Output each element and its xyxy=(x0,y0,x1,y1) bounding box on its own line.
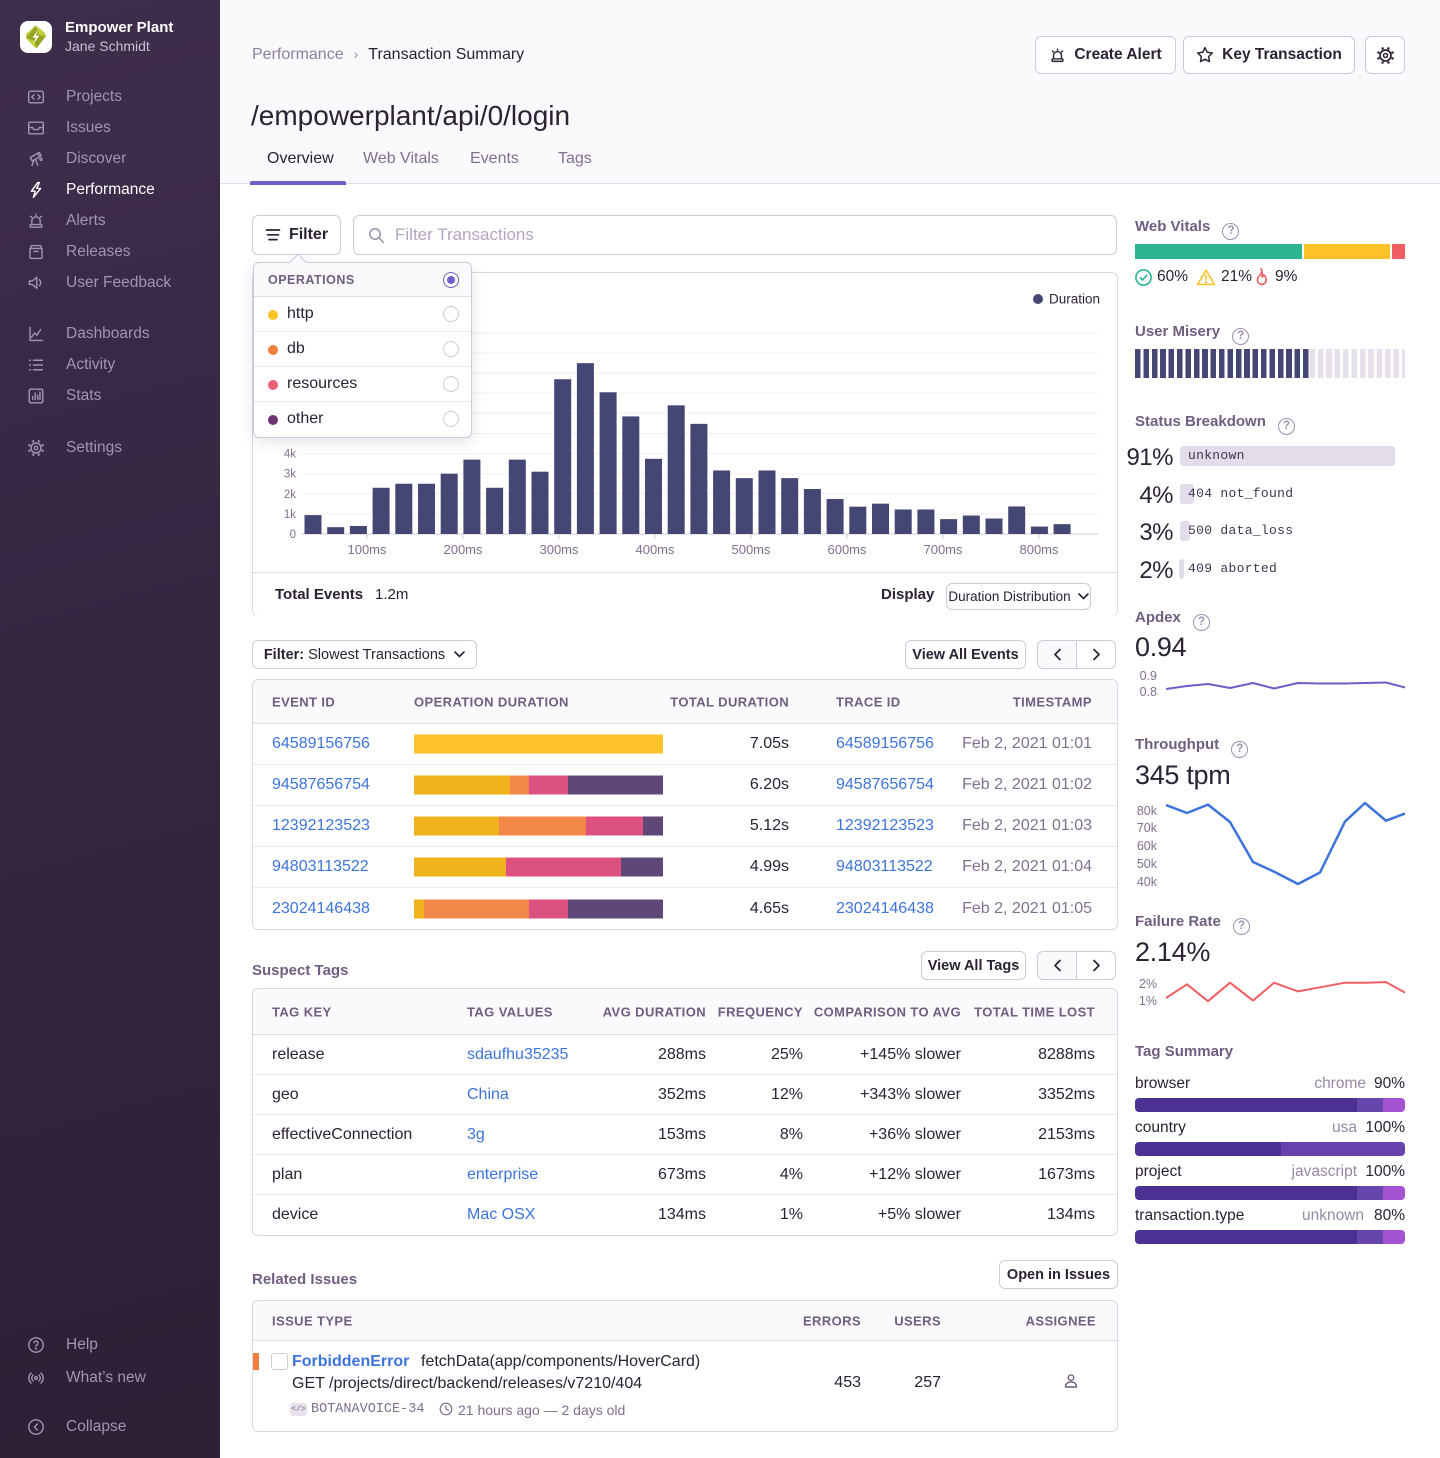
svg-text:Duration: Duration xyxy=(1049,292,1100,307)
svg-text:700ms: 700ms xyxy=(923,542,963,557)
svg-text:3k: 3k xyxy=(284,469,296,481)
svg-text:500ms: 500ms xyxy=(731,542,771,557)
svg-text:100ms: 100ms xyxy=(347,542,387,557)
svg-text:400ms: 400ms xyxy=(635,542,675,557)
svg-text:4k: 4k xyxy=(284,449,296,461)
svg-text:800ms: 800ms xyxy=(1019,542,1059,557)
svg-text:200ms: 200ms xyxy=(443,542,483,557)
svg-text:0: 0 xyxy=(290,529,296,541)
svg-text:600ms: 600ms xyxy=(827,542,867,557)
svg-text:1k: 1k xyxy=(284,509,296,521)
svg-text:300ms: 300ms xyxy=(539,542,579,557)
svg-text:2k: 2k xyxy=(284,489,296,501)
